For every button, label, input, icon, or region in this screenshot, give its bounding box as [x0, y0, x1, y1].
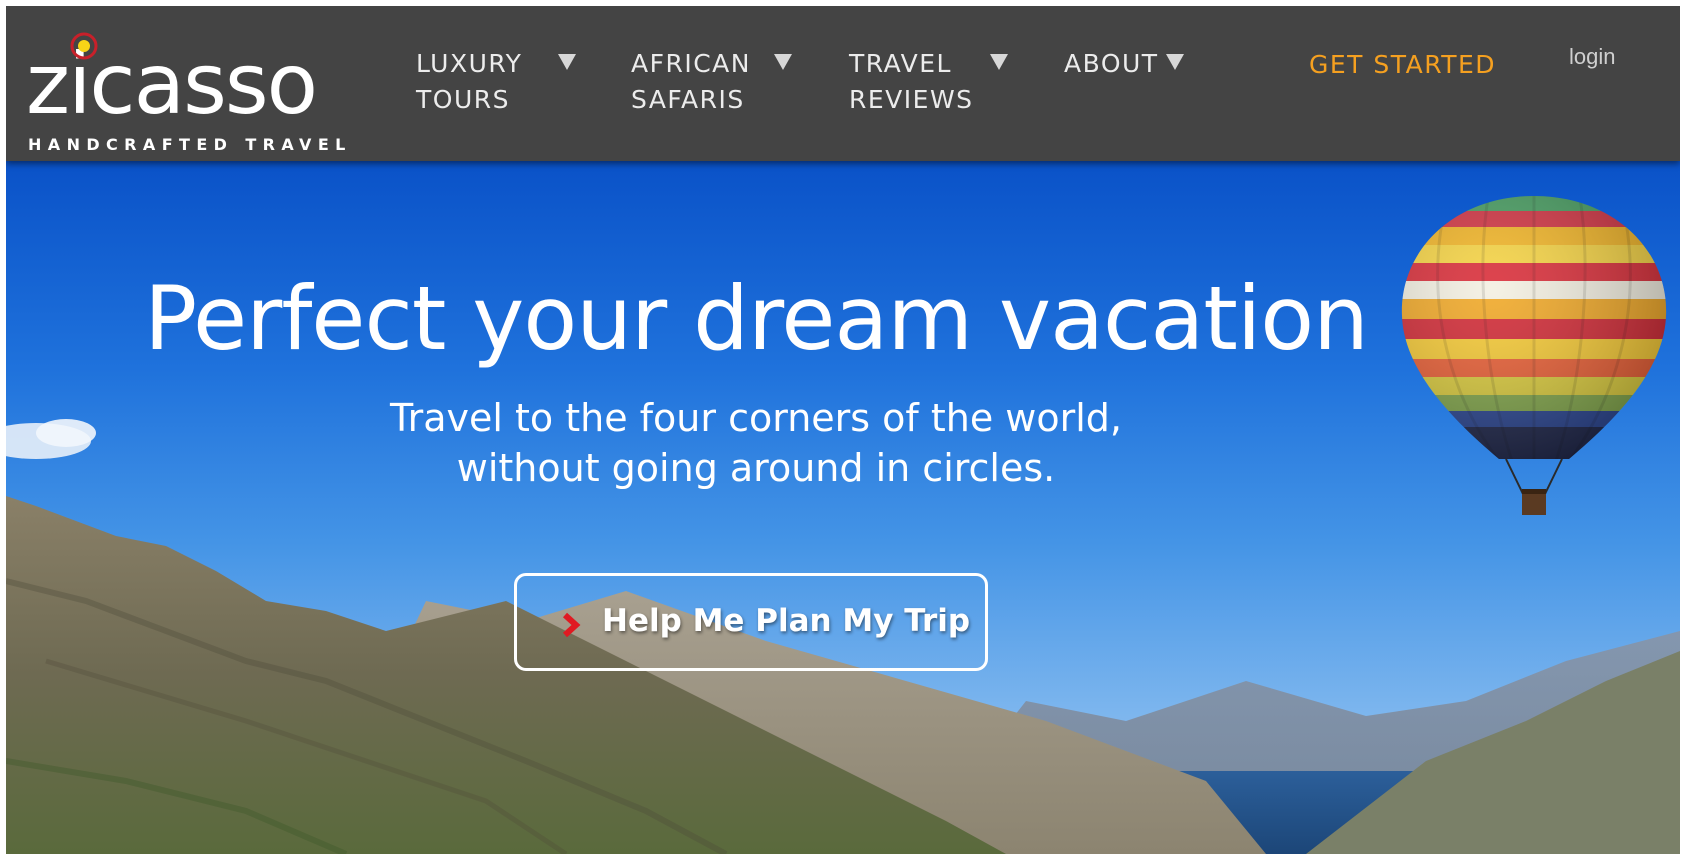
nav-item-label-line2: REVIEWS — [849, 85, 974, 114]
hero-banner: Perfect your dream vacation Travel to th… — [6, 161, 1680, 854]
nav-item-about[interactable]: ABOUT — [1064, 46, 1159, 82]
cta-label: Help Me Plan My Trip — [602, 603, 971, 639]
target-dot-icon — [70, 32, 98, 60]
hot-air-balloon-image — [1401, 196, 1667, 515]
nav-item-label-line1: LUXURY — [416, 49, 523, 78]
zicasso-logo[interactable]: zicasso HANDCRAFTED TRAVEL — [26, 24, 366, 154]
help-me-plan-my-trip-button[interactable]: Help Me Plan My Trip — [514, 573, 988, 671]
nav-item-african-safaris[interactable]: AFRICAN SAFARIS — [631, 46, 751, 118]
top-navigation-bar: zicasso HANDCRAFTED TRAVEL LUXURY TOURS … — [6, 6, 1680, 161]
hero-title: Perfect your dream vacation — [144, 267, 1369, 370]
caret-down-icon[interactable] — [988, 52, 1010, 72]
hero-subtitle-line1: Travel to the four corners of the world, — [389, 396, 1123, 440]
nav-item-luxury-tours[interactable]: LUXURY TOURS — [416, 46, 522, 118]
hero-subtitle: Travel to the four corners of the world,… — [6, 393, 1506, 493]
caret-down-icon[interactable] — [772, 52, 794, 72]
nav-item-travel-reviews[interactable]: TRAVEL REVIEWS — [849, 46, 974, 118]
nav-item-label-line1: TRAVEL — [849, 49, 952, 78]
nav-item-label-line1: ABOUT — [1064, 49, 1159, 78]
login-link[interactable]: login — [1569, 44, 1615, 70]
hero-subtitle-line2: without going around in circles. — [456, 446, 1056, 490]
chevron-right-icon — [562, 612, 581, 638]
nav-item-label-line2: TOURS — [416, 85, 510, 114]
page-frame: zicasso HANDCRAFTED TRAVEL LUXURY TOURS … — [6, 6, 1680, 854]
nav-item-label-line1: AFRICAN — [631, 49, 751, 78]
get-started-link[interactable]: GET STARTED — [1309, 50, 1496, 79]
caret-down-icon[interactable] — [1164, 52, 1186, 72]
logo-tagline: HANDCRAFTED TRAVEL — [28, 135, 352, 154]
caret-down-icon[interactable] — [556, 52, 578, 72]
nav-item-label-line2: SAFARIS — [631, 85, 745, 114]
